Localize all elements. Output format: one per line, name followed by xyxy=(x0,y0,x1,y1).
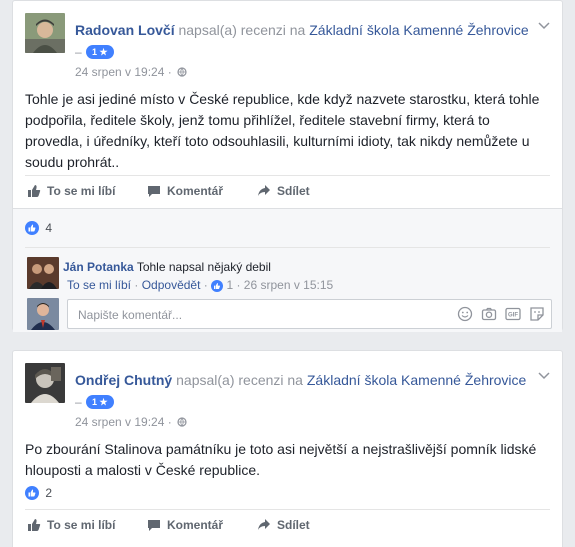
my-avatar xyxy=(27,298,59,330)
camera-icon[interactable] xyxy=(481,306,497,322)
post-text: Po zbourání Stalinova památníku je toto … xyxy=(25,441,537,478)
reaction-summary[interactable]: 2 xyxy=(25,485,52,500)
comment-like-link[interactable]: To se mi líbí xyxy=(67,278,131,292)
action-bar: To se mi líbí Komentář Sdílet xyxy=(25,509,550,542)
comment-icon xyxy=(148,520,160,531)
like-label: To se mi líbí xyxy=(47,184,116,198)
sticker-icon[interactable] xyxy=(529,306,545,322)
post-meta: 24 srpen v 19:24 · xyxy=(75,65,187,79)
like-label: To se mi líbí xyxy=(47,518,116,532)
gif-icon[interactable]: GIF xyxy=(505,306,521,322)
author-avatar[interactable] xyxy=(25,13,65,53)
share-icon xyxy=(258,519,270,530)
post-date[interactable]: 24 srpen v 19:24 · xyxy=(75,65,172,79)
like-count: 4 xyxy=(45,220,53,235)
comment-meta: 1 · 26 srpen v 15:15 xyxy=(226,278,334,292)
divider xyxy=(25,247,550,248)
review-post: Ondřej Chutný napsal(a) recenzi na Zákla… xyxy=(12,350,563,547)
thumbs-up-icon xyxy=(28,519,41,531)
reviewed-page-link[interactable]: Základní škola Kamenné Žehrovice xyxy=(309,22,528,38)
review-post: Radovan Lovčí napsal(a) recenzi na Zákla… xyxy=(12,0,563,332)
rating-badge: 1 ★ xyxy=(86,395,114,409)
comment-label: Komentář xyxy=(167,518,224,532)
rating-badge: 1 ★ xyxy=(86,45,114,59)
globe-icon xyxy=(177,417,187,427)
post-meta: 24 srpen v 19:24 · xyxy=(75,415,187,429)
emoji-icon[interactable] xyxy=(457,306,473,322)
comment-input-box[interactable]: GIF xyxy=(67,299,552,329)
review-verb: napsal(a) recenzi na xyxy=(178,22,306,38)
author-name[interactable]: Ondřej Chutný xyxy=(75,372,172,388)
author-name[interactable]: Radovan Lovčí xyxy=(75,22,175,38)
comment-icon xyxy=(148,186,160,197)
commenter-name[interactable]: Ján Potanka xyxy=(63,260,134,274)
reply-link[interactable]: Odpovědět xyxy=(142,278,201,292)
like-reaction-icon xyxy=(25,485,39,500)
svg-text:GIF: GIF xyxy=(508,313,518,319)
chevron-down-icon[interactable] xyxy=(538,369,550,383)
like-reaction-icon xyxy=(25,220,39,235)
comment-input[interactable] xyxy=(76,307,430,323)
share-icon xyxy=(258,185,270,196)
share-button[interactable]: Sdílet xyxy=(257,184,310,198)
share-label: Sdílet xyxy=(277,184,310,198)
comment-button[interactable]: Komentář xyxy=(147,184,223,198)
comments-area: 4 Ján Potanka Tohle napsal nějaký debil … xyxy=(13,208,562,332)
comment-button[interactable]: Komentář xyxy=(147,518,223,532)
reaction-summary[interactable]: 4 xyxy=(25,220,52,235)
post-header: Radovan Lovčí napsal(a) recenzi na Zákla… xyxy=(75,22,529,38)
separator: · xyxy=(134,278,139,292)
review-verb: napsal(a) recenzi na xyxy=(176,372,303,388)
share-label: Sdílet xyxy=(277,518,310,532)
action-bar: To se mi líbí Komentář Sdílet xyxy=(25,175,550,208)
comment: Ján Potanka Tohle napsal nějaký debil xyxy=(63,260,271,274)
commenter-avatar[interactable] xyxy=(27,257,59,289)
chevron-down-icon[interactable] xyxy=(538,19,550,33)
comment-text: Tohle napsal nějaký debil xyxy=(136,260,271,274)
comment-actions: To se mi líbí · Odpovědět · 1 · 26 srpen… xyxy=(67,278,333,292)
like-button[interactable]: To se mi líbí xyxy=(27,518,115,532)
author-avatar[interactable] xyxy=(25,363,65,403)
globe-icon xyxy=(177,67,187,77)
post-date[interactable]: 24 srpen v 19:24 · xyxy=(75,415,172,429)
reviewed-page-link[interactable]: Základní škola Kamenné Žehrovice xyxy=(307,372,526,388)
like-count: 2 xyxy=(45,485,53,500)
post-text: Tohle je asi jediné místo v České republ… xyxy=(25,91,540,170)
separator: · xyxy=(203,278,208,292)
like-button[interactable]: To se mi líbí xyxy=(27,184,115,198)
header-dash: – xyxy=(75,45,82,59)
comment-like-icon xyxy=(211,279,224,292)
input-tools: GIF xyxy=(457,306,545,322)
share-button[interactable]: Sdílet xyxy=(257,518,310,532)
comment-label: Komentář xyxy=(167,184,224,198)
thumbs-up-icon xyxy=(28,185,41,197)
header-dash: – xyxy=(75,395,82,409)
post-header: Ondřej Chutný napsal(a) recenzi na Zákla… xyxy=(75,372,526,388)
